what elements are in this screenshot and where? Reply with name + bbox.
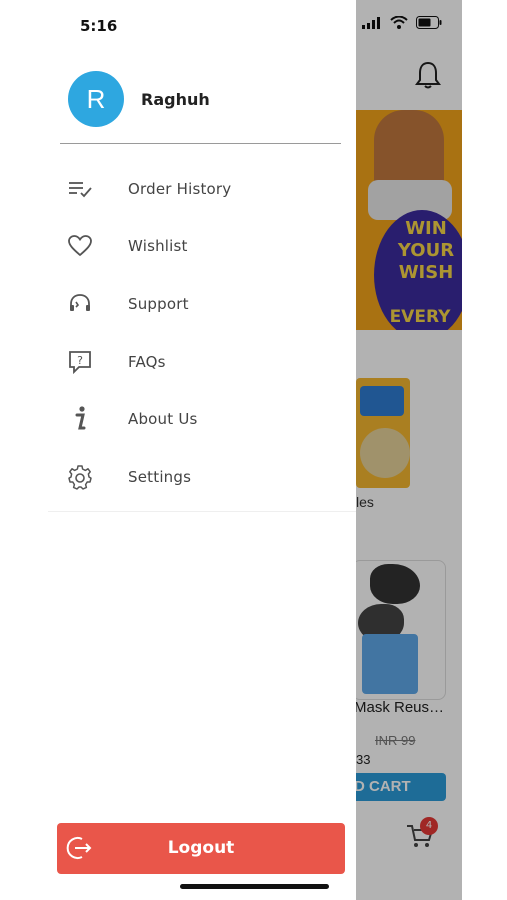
status-time: 5:16	[80, 17, 118, 35]
navigation-drawer: 5:16 R Raghuh Order History Wishlist Sup…	[0, 0, 356, 900]
menu-item-label: Order History	[128, 179, 232, 198]
menu-item-about-us[interactable]: About Us	[48, 390, 356, 448]
divider	[60, 143, 341, 144]
user-name: Raghuh	[141, 89, 210, 109]
logout-button[interactable]: Logout	[57, 823, 345, 874]
menu-item-label: FAQs	[128, 352, 166, 371]
drawer-menu: Order History Wishlist Support ? FAQs Ab…	[48, 160, 356, 506]
menu-item-wishlist[interactable]: Wishlist	[48, 218, 356, 276]
menu-item-label: Support	[128, 294, 189, 313]
heart-icon	[66, 232, 94, 260]
avatar: R	[68, 71, 124, 127]
menu-item-settings[interactable]: Settings	[48, 448, 356, 506]
menu-item-label: Wishlist	[128, 237, 188, 256]
order-history-icon	[66, 175, 94, 203]
gear-icon	[66, 463, 94, 491]
menu-item-label: About Us	[128, 410, 198, 429]
menu-item-support[interactable]: Support	[48, 275, 356, 333]
info-icon	[66, 405, 94, 433]
faq-question-icon: ?	[66, 348, 94, 376]
svg-text:?: ?	[77, 354, 83, 367]
home-indicator[interactable]	[180, 884, 329, 889]
support-headset-icon	[66, 290, 94, 318]
menu-divider	[48, 511, 356, 512]
menu-item-order-history[interactable]: Order History	[48, 160, 356, 218]
logout-label: Logout	[167, 838, 235, 858]
page-margin	[462, 0, 507, 900]
menu-item-faqs[interactable]: ? FAQs	[48, 333, 356, 391]
menu-item-label: Settings	[128, 467, 192, 486]
profile-header[interactable]: R Raghuh	[68, 71, 210, 127]
